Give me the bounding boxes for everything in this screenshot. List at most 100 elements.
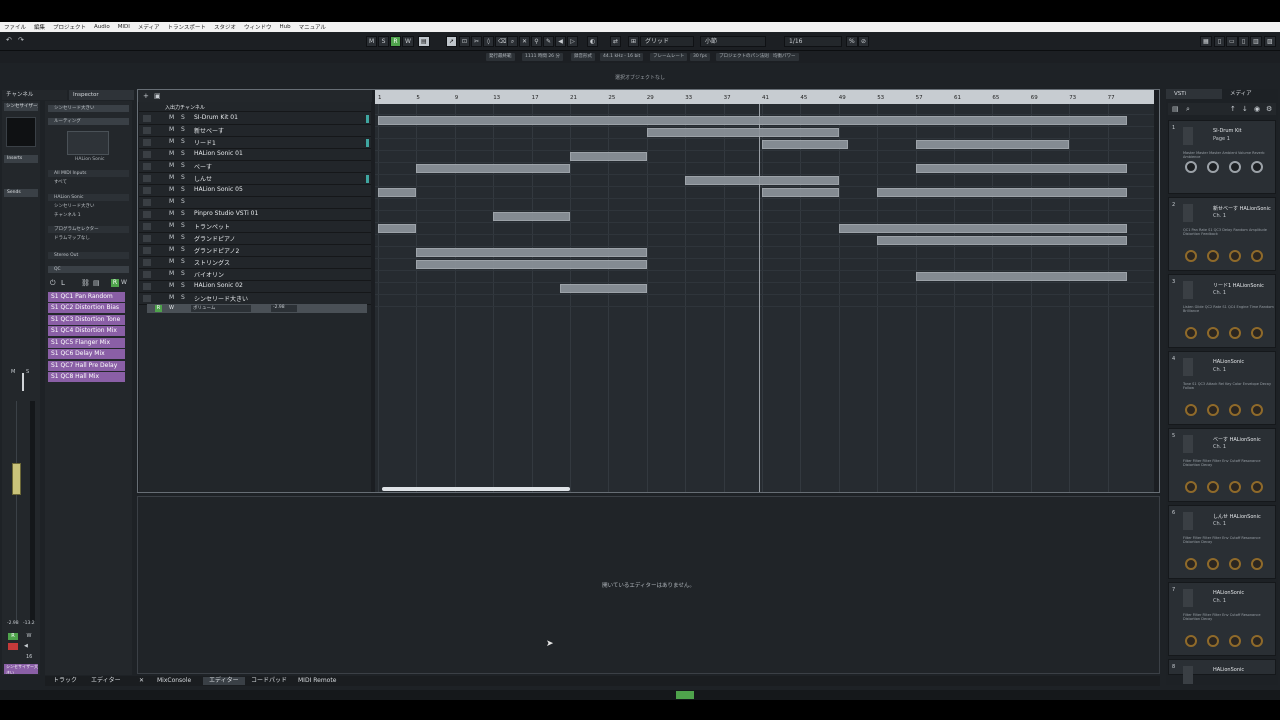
inspector-routing-header[interactable]: ルーティング: [48, 118, 129, 125]
track-solo-button[interactable]: S: [181, 294, 185, 301]
qc-slot-2[interactable]: S1 QC2 Distortion Bias: [48, 303, 125, 313]
qc-write-button[interactable]: W: [121, 279, 127, 286]
vsti-slot[interactable]: 3 リード1 HALionSonic Ch. 1 Listen Glide QC2 R…: [1168, 274, 1276, 348]
channel-solo-button[interactable]: S: [26, 369, 32, 377]
tab-mixconsole[interactable]: MixConsole: [157, 677, 191, 685]
output-routing-select[interactable]: Stereo Out: [48, 252, 129, 259]
track-solo-button[interactable]: S: [181, 234, 185, 241]
track-row[interactable]: M S HALion Sonic 05: [139, 185, 371, 197]
midi-part[interactable]: [493, 212, 570, 221]
instrument-track-select[interactable]: シンセリード大きい: [48, 203, 129, 210]
color-tool-icon[interactable]: ◐: [587, 36, 599, 47]
slot-power-icon[interactable]: [1183, 666, 1193, 684]
slot-instrument-name[interactable]: HALionSonic: [1213, 590, 1244, 596]
track-mute-button[interactable]: M: [169, 234, 174, 241]
midi-part[interactable]: [378, 116, 1127, 125]
info-value-duration[interactable]: 1111 時間 26 分: [522, 53, 563, 61]
qc-read-button[interactable]: R: [111, 279, 119, 287]
play-tool-icon[interactable]: ▷: [567, 36, 578, 47]
track-solo-button[interactable]: S: [181, 270, 185, 277]
track-mute-button[interactable]: M: [169, 114, 174, 121]
qc-slot-4[interactable]: S1 QC4 Distortion Mix: [48, 326, 125, 336]
track-solo-button[interactable]: S: [181, 198, 185, 205]
vsti-slot[interactable]: 6 しんせ HALionSonic Ch. 1 Filter Filter Filte…: [1168, 505, 1276, 579]
track-row[interactable]: M S HALion Sonic 02: [139, 281, 371, 293]
timeline-ruler[interactable]: 1 5 9 13 17 21 25 29 33 37 41 45 49 53 57 61 65 69 73 77: [375, 90, 1154, 104]
slot-instrument-name[interactable]: しんせ HALionSonic: [1213, 513, 1261, 520]
track-name[interactable]: HALion Sonic 01: [194, 150, 243, 157]
slot-power-icon[interactable]: [1183, 127, 1193, 145]
qc-knob[interactable]: [1251, 481, 1263, 493]
tab-editor[interactable]: エディター: [203, 677, 245, 685]
object-select-tool-icon[interactable]: ➚: [446, 36, 458, 47]
qc-slot-7[interactable]: S1 QC7 Hall Pre Delay: [48, 361, 125, 371]
auto-fade-icon[interactable]: ▤: [418, 36, 430, 47]
track-solo-button[interactable]: S: [181, 210, 185, 217]
grid-type-select[interactable]: グリッド: [640, 36, 694, 47]
midi-part[interactable]: [762, 140, 849, 149]
tab-channel[interactable]: チャンネル: [2, 90, 67, 100]
redo-icon[interactable]: ↷: [18, 36, 24, 44]
qc-knob[interactable]: [1229, 481, 1241, 493]
track-name[interactable]: 新せべーす: [194, 126, 224, 135]
menu-media[interactable]: メディア: [138, 23, 160, 31]
tab-midi-remote[interactable]: MIDI Remote: [298, 677, 336, 685]
undo-icon[interactable]: ↶: [6, 36, 12, 44]
midi-part[interactable]: [416, 248, 647, 257]
info-value-framerate[interactable]: 30 fps: [690, 53, 710, 61]
info-value-format[interactable]: 44.1 kHz - 16 bit: [600, 53, 644, 61]
track-row[interactable]: M S Pinpro Studio VSTi 01: [139, 209, 371, 221]
qc-knob[interactable]: [1251, 404, 1263, 416]
track-mute-button[interactable]: M: [169, 270, 174, 277]
qc-knob[interactable]: [1229, 404, 1241, 416]
track-name[interactable]: HALion Sonic 02: [194, 282, 243, 289]
midi-part[interactable]: [378, 224, 417, 233]
qc-knob[interactable]: [1185, 404, 1197, 416]
midi-part[interactable]: [685, 176, 839, 185]
grid-snap-icon[interactable]: ⊞: [628, 36, 640, 47]
track-row[interactable]: MS: [139, 197, 371, 209]
close-icon[interactable]: ✕: [139, 677, 144, 685]
drum-map-select[interactable]: ドラムマップなし: [48, 235, 129, 242]
track-solo-button[interactable]: S: [181, 282, 185, 289]
channel-mute-button[interactable]: M: [11, 369, 17, 377]
menu-studio[interactable]: スタジオ: [214, 23, 236, 31]
play-button[interactable]: [676, 691, 694, 699]
split-tool-icon[interactable]: ✂: [471, 36, 483, 47]
track-name[interactable]: トランペット: [194, 222, 230, 231]
read-button[interactable]: R: [390, 36, 401, 47]
track-mute-button[interactable]: M: [169, 186, 174, 193]
qc-knob[interactable]: [1251, 327, 1263, 339]
track-solo-button[interactable]: S: [181, 126, 185, 133]
automation-row[interactable]: R W ボリューム -2.98: [147, 304, 367, 313]
menu-audio[interactable]: Audio: [94, 24, 110, 30]
sends-button[interactable]: Sends: [4, 189, 38, 197]
midi-part[interactable]: [915, 140, 1070, 149]
menu-project[interactable]: プロジェクト: [53, 23, 86, 31]
menu-edit[interactable]: 編集: [34, 23, 45, 31]
qc-knob[interactable]: [1207, 161, 1219, 173]
automation-write-button[interactable]: W: [169, 305, 174, 311]
qc-slot-1[interactable]: S1 QC1 Pan Random: [48, 292, 125, 302]
track-mute-button[interactable]: M: [169, 246, 174, 253]
write-button[interactable]: W: [402, 36, 414, 47]
track-row[interactable]: M S リード1: [139, 137, 371, 149]
track-mute-button[interactable]: M: [169, 222, 174, 229]
search-tool-icon[interactable]: ⚲: [531, 36, 542, 47]
qc-enable-icon[interactable]: ⏻: [50, 279, 56, 288]
track-row[interactable]: M S グランドピアノ2: [139, 245, 371, 257]
program-selector[interactable]: プログラムセレクター: [48, 226, 129, 233]
qc-knob[interactable]: [1185, 327, 1197, 339]
track-row[interactable]: M S グランドピアノ: [139, 233, 371, 245]
midi-part[interactable]: [877, 236, 1127, 245]
menu-manual[interactable]: マニュアル: [299, 23, 326, 31]
slot-instrument-name[interactable]: 新せべーす HALionSonic: [1213, 205, 1271, 212]
horizontal-scrollbar[interactable]: [382, 487, 570, 491]
qc-knob[interactable]: [1185, 481, 1197, 493]
automation-value[interactable]: -2.98: [271, 305, 297, 312]
vsti-slot[interactable]: 1 SI-Drum Kit Page 1 Master Master Master A…: [1168, 120, 1276, 194]
track-mute-button[interactable]: M: [169, 282, 174, 289]
qc-knob[interactable]: [1207, 327, 1219, 339]
view-icon[interactable]: ◉: [1254, 105, 1260, 113]
lower-zone-icon[interactable]: ▭: [1226, 36, 1238, 47]
